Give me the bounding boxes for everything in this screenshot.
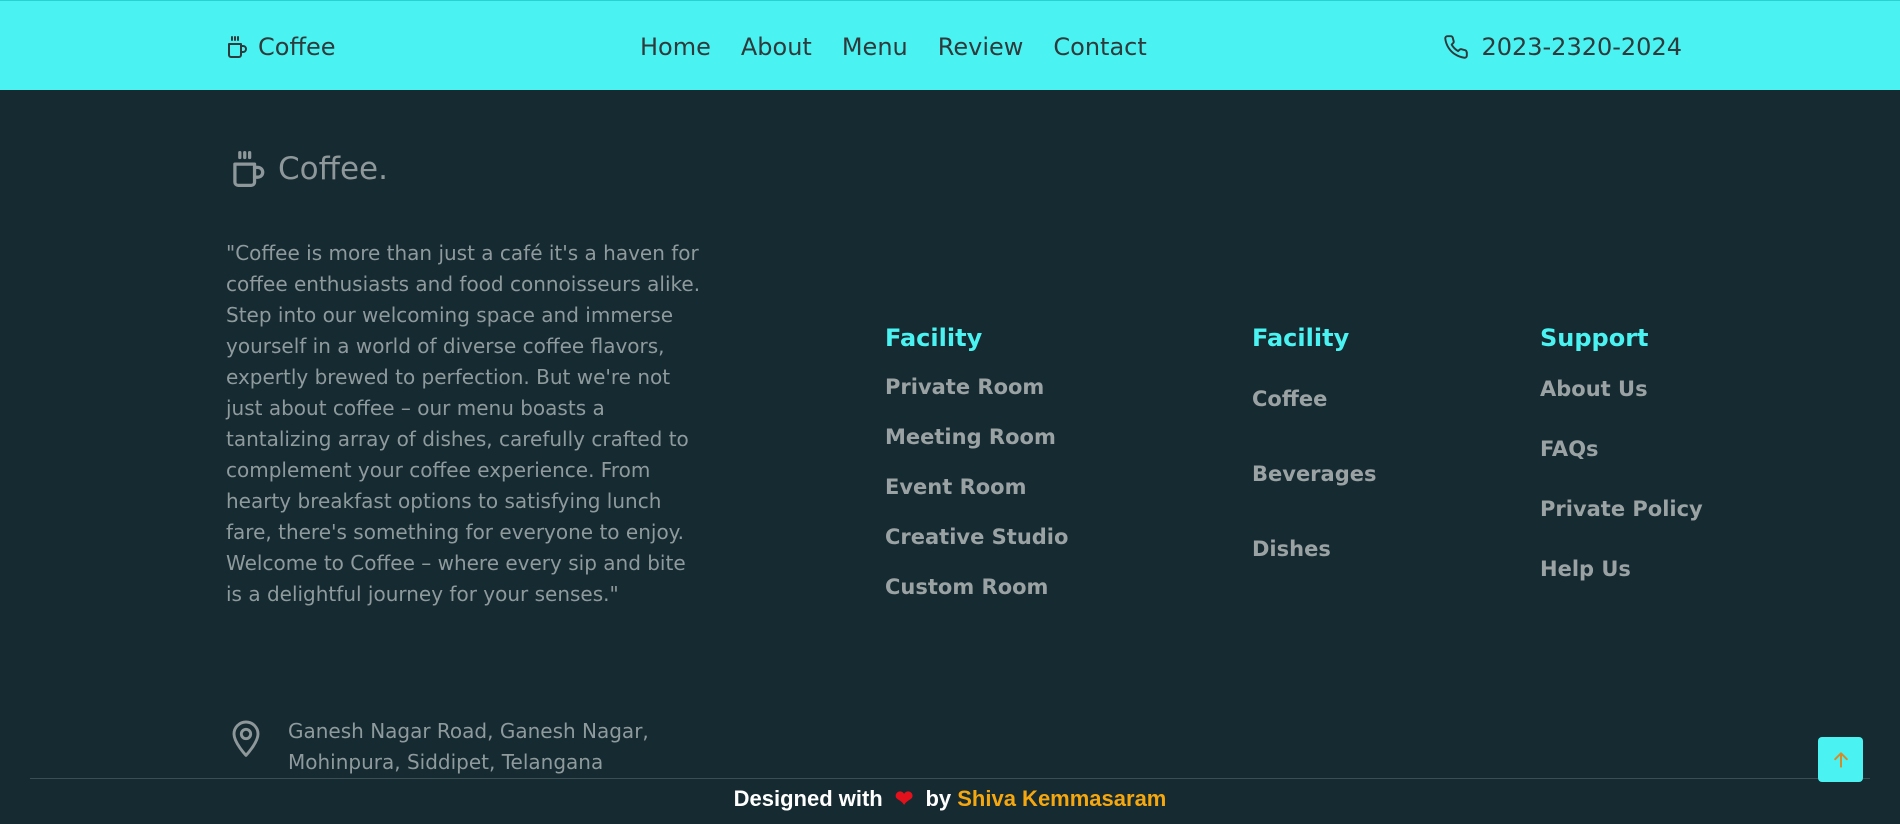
link-creative-studio[interactable]: Creative Studio <box>885 519 1068 555</box>
link-faqs[interactable]: FAQs <box>1540 431 1703 467</box>
link-dishes[interactable]: Dishes <box>1252 531 1376 567</box>
coffee-cup-icon <box>226 35 248 59</box>
footer-column-support: Support About Us FAQs Private Policy Hel… <box>1540 320 1703 587</box>
nav-contact[interactable]: Contact <box>1053 33 1146 61</box>
heart-icon: ❤ <box>894 786 914 811</box>
link-private-room[interactable]: Private Room <box>885 369 1068 405</box>
link-about-us[interactable]: About Us <box>1540 371 1703 407</box>
credit-by: by <box>925 786 952 811</box>
nav-about[interactable]: About <box>741 33 812 61</box>
phone-icon <box>1443 34 1469 60</box>
link-meeting-room[interactable]: Meeting Room <box>885 419 1068 455</box>
credit-prefix: Designed with <box>733 786 883 811</box>
phone-number: 2023-2320-2024 <box>1481 33 1682 61</box>
footer-divider <box>30 778 1870 779</box>
footer-logo: Coffee. <box>230 148 388 190</box>
credit-line: Designed with ❤ by Shiva Kemmasaram <box>0 786 1900 812</box>
footer-column-facility: Facility Private Room Meeting Room Event… <box>885 320 1068 605</box>
link-coffee[interactable]: Coffee <box>1252 381 1376 417</box>
main-nav: Home About Menu Review Contact <box>640 30 1147 64</box>
column-title: Support <box>1540 324 1649 352</box>
footer-logo-text: Coffee. <box>278 151 388 187</box>
column-title: Facility <box>885 324 983 352</box>
about-description: "Coffee is more than just a café it's a … <box>226 241 701 606</box>
brand-link[interactable]: Coffee <box>226 30 336 64</box>
phone-link[interactable]: 2023-2320-2024 <box>1443 30 1682 64</box>
nav-menu[interactable]: Menu <box>842 33 908 61</box>
nav-review[interactable]: Review <box>938 33 1024 61</box>
address-text: Ganesh Nagar Road, Ganesh Nagar, Mohinpu… <box>288 719 649 774</box>
column-title: Facility <box>1252 324 1350 352</box>
link-event-room[interactable]: Event Room <box>885 469 1068 505</box>
coffee-cup-icon <box>230 149 266 189</box>
link-private-policy[interactable]: Private Policy <box>1540 491 1703 527</box>
nav-home[interactable]: Home <box>640 33 711 61</box>
author-link[interactable]: Shiva Kemmasaram <box>957 786 1166 811</box>
arrow-up-icon <box>1831 750 1851 770</box>
top-navbar: Coffee Home About Menu Review Contact 20… <box>0 0 1900 90</box>
scroll-to-top-button[interactable] <box>1818 737 1863 782</box>
map-pin-icon <box>230 718 262 758</box>
link-help-us[interactable]: Help Us <box>1540 551 1703 587</box>
brand-name: Coffee <box>258 33 336 61</box>
link-custom-room[interactable]: Custom Room <box>885 569 1068 605</box>
link-beverages[interactable]: Beverages <box>1252 456 1376 492</box>
footer-column-facility-menu: Facility Coffee Beverages Dishes <box>1252 320 1376 567</box>
address-block: Ganesh Nagar Road, Ganesh Nagar, Mohinpu… <box>230 718 708 778</box>
